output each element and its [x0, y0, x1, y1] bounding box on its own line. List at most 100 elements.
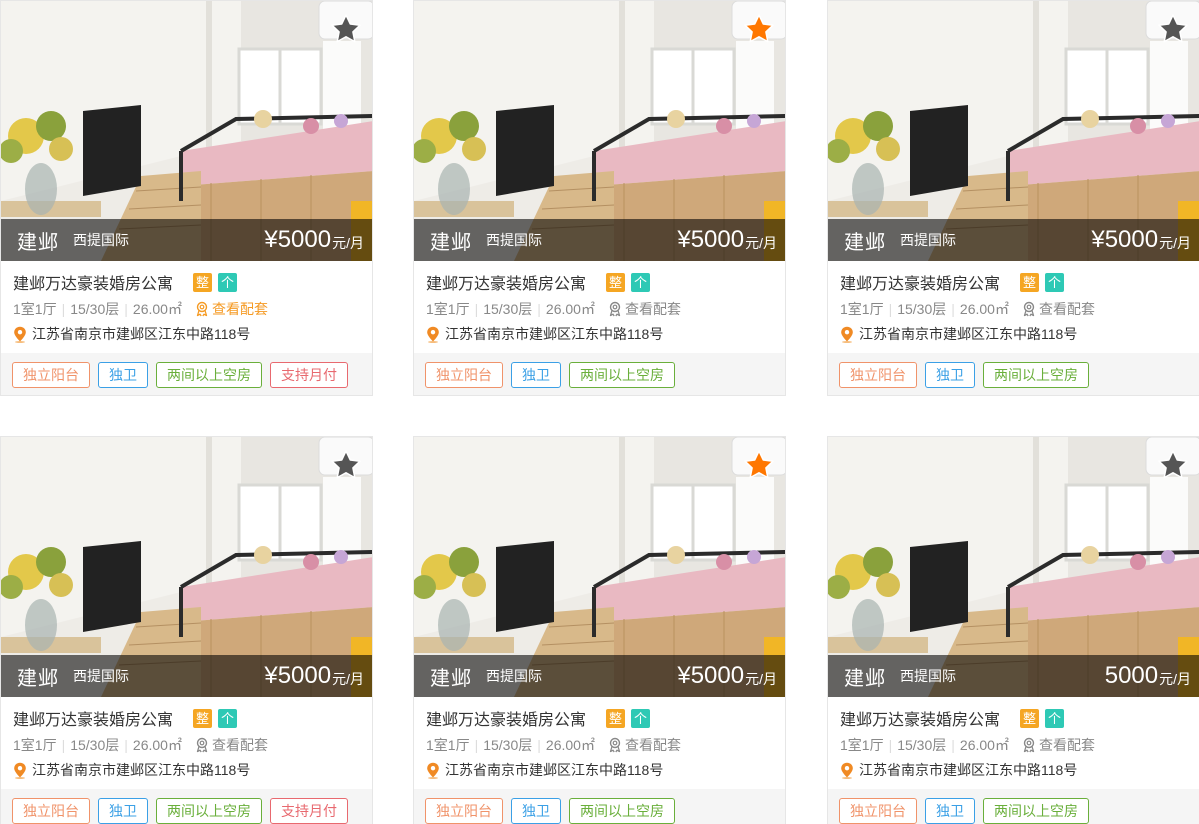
monthly-pay-tag: 支持月付	[270, 362, 348, 388]
balcony-tag: 独立阳台	[12, 798, 90, 824]
address-row: 江苏省南京市建邺区江东中路118号	[840, 758, 1187, 782]
favorite-star-icon[interactable]	[330, 13, 362, 45]
area-info: 26.00㎡	[959, 737, 1009, 753]
private-bath-tag: 独卫	[511, 362, 561, 388]
individual-badge: 个	[218, 708, 238, 728]
price-unit: 元/月	[745, 235, 777, 251]
vacancy-tag: 两间以上空房	[569, 362, 675, 388]
address-text: 江苏省南京市建邺区江东中路118号	[859, 326, 1078, 342]
balcony-tag: 独立阳台	[839, 362, 917, 388]
area-info: 26.00㎡	[132, 737, 182, 753]
listing-photo[interactable]: 建邺 西提国际 ¥5000 元/月	[1, 437, 372, 697]
photo-caption-bar: 建邺 西提国际 ¥5000 元/月	[1, 655, 372, 697]
district-label: 建邺	[430, 231, 472, 254]
room-layout: 1室1厅	[13, 737, 57, 753]
location-pin-icon	[14, 326, 26, 343]
divider: |	[951, 737, 955, 753]
feature-tags: 独立阳台 独卫 两间以上空房	[828, 789, 1199, 824]
community-label: 西提国际	[900, 232, 956, 248]
floor-info: 15/30层	[483, 301, 533, 317]
location-pin-icon	[427, 762, 439, 779]
view-facilities-link[interactable]: 查看配套	[194, 299, 268, 319]
location-pin-icon	[841, 326, 853, 343]
price-unit: 元/月	[1159, 235, 1191, 251]
listing-title[interactable]: 建邺万达豪装婚房公寓	[13, 270, 173, 294]
vacancy-tag: 两间以上空房	[983, 798, 1089, 824]
listing-card[interactable]: 建邺 西提国际 ¥5000 元/月 建邺万达豪装婚房公寓 整 个 1室1厅 | …	[0, 0, 373, 396]
private-bath-tag: 独卫	[98, 798, 148, 824]
favorite-star-icon[interactable]	[330, 449, 362, 481]
view-facilities-link[interactable]: 查看配套	[194, 735, 268, 755]
divider: |	[537, 301, 541, 317]
price-unit: 元/月	[745, 671, 777, 687]
vacancy-tag: 两间以上空房	[156, 798, 262, 824]
divider: |	[888, 301, 893, 317]
listing-info: 建邺万达豪装婚房公寓 整 个 1室1厅 | 15/30层 | 26.00㎡ 查看…	[1, 261, 372, 353]
medal-icon	[196, 737, 208, 753]
listing-title[interactable]: 建邺万达豪装婚房公寓	[426, 270, 586, 294]
floor-info: 15/30层	[70, 737, 120, 753]
district-label: 建邺	[430, 667, 472, 690]
price-value: ¥5000	[677, 226, 745, 253]
community-label: 西提国际	[900, 668, 956, 684]
floor-info: 15/30层	[483, 737, 533, 753]
balcony-tag: 独立阳台	[425, 362, 503, 388]
view-facilities-label: 查看配套	[624, 737, 681, 753]
listing-info: 建邺万达豪装婚房公寓 整 个 1室1厅 | 15/30层 | 26.00㎡ 查看…	[1, 697, 372, 789]
individual-badge: 个	[1045, 272, 1065, 292]
listing-title[interactable]: 建邺万达豪装婚房公寓	[13, 706, 173, 730]
location-pin-icon	[14, 762, 26, 779]
listing-info: 建邺万达豪装婚房公寓 整 个 1室1厅 | 15/30层 | 26.00㎡ 查看…	[414, 697, 785, 789]
medal-icon	[196, 301, 208, 317]
listing-card[interactable]: 建邺 西提国际 5000 元/月 建邺万达豪装婚房公寓 整 个 1室1厅 | 1…	[827, 436, 1199, 824]
favorite-star-icon[interactable]	[1157, 13, 1189, 45]
address-text: 江苏省南京市建邺区江东中路118号	[859, 762, 1078, 778]
view-facilities-link[interactable]: 查看配套	[607, 299, 681, 319]
balcony-tag: 独立阳台	[425, 798, 503, 824]
listing-card[interactable]: 建邺 西提国际 ¥5000 元/月 建邺万达豪装婚房公寓 整 个 1室1厅 | …	[413, 436, 786, 824]
listing-info: 建邺万达豪装婚房公寓 整 个 1室1厅 | 15/30层 | 26.00㎡ 查看…	[828, 697, 1199, 789]
district-label: 建邺	[844, 231, 886, 254]
location-pin-icon	[427, 326, 439, 343]
listing-title[interactable]: 建邺万达豪装婚房公寓	[840, 706, 1000, 730]
room-layout: 1室1厅	[840, 737, 884, 753]
view-facilities-link[interactable]: 查看配套	[1021, 735, 1095, 755]
listing-photo[interactable]: 建邺 西提国际 ¥5000 元/月	[414, 1, 785, 261]
feature-tags: 独立阳台 独卫 两间以上空房	[828, 353, 1199, 395]
price-value: ¥5000	[264, 662, 332, 689]
photo-caption-bar: 建邺 西提国际 ¥5000 元/月	[414, 655, 785, 697]
view-facilities-link[interactable]: 查看配套	[607, 735, 681, 755]
favorite-star-icon[interactable]	[1157, 449, 1189, 481]
photo-caption-bar: 建邺 西提国际 ¥5000 元/月	[1, 219, 372, 261]
listing-card[interactable]: 建邺 西提国际 ¥5000 元/月 建邺万达豪装婚房公寓 整 个 1室1厅 | …	[827, 0, 1199, 396]
area-info: 26.00㎡	[132, 301, 182, 317]
listing-card[interactable]: 建邺 西提国际 ¥5000 元/月 建邺万达豪装婚房公寓 整 个 1室1厅 | …	[413, 0, 786, 396]
medal-icon	[1023, 301, 1035, 317]
listing-card[interactable]: 建邺 西提国际 ¥5000 元/月 建邺万达豪装婚房公寓 整 个 1室1厅 | …	[0, 436, 373, 824]
address-row: 江苏省南京市建邺区江东中路118号	[426, 758, 773, 782]
listing-photo[interactable]: 建邺 西提国际 ¥5000 元/月	[1, 1, 372, 261]
listing-meta: 1室1厅 | 15/30层 | 26.00㎡ 查看配套	[13, 297, 360, 321]
listing-photo[interactable]: 建邺 西提国际 ¥5000 元/月	[828, 1, 1199, 261]
view-facilities-label: 查看配套	[1038, 737, 1095, 753]
room-layout: 1室1厅	[13, 301, 57, 317]
area-info: 26.00㎡	[959, 301, 1009, 317]
divider: |	[537, 737, 541, 753]
address-text: 江苏省南京市建邺区江东中路118号	[32, 326, 251, 342]
divider: |	[124, 301, 128, 317]
listing-photo[interactable]: 建邺 西提国际 5000 元/月	[828, 437, 1199, 697]
listing-title[interactable]: 建邺万达豪装婚房公寓	[840, 270, 1000, 294]
listing-photo[interactable]: 建邺 西提国际 ¥5000 元/月	[414, 437, 785, 697]
view-facilities-link[interactable]: 查看配套	[1021, 299, 1095, 319]
address-row: 江苏省南京市建邺区江东中路118号	[840, 322, 1187, 346]
district-label: 建邺	[17, 231, 59, 254]
favorite-star-icon[interactable]	[743, 13, 775, 45]
divider: |	[61, 737, 66, 753]
whole-rent-badge: 整	[1020, 272, 1040, 292]
view-facilities-label: 查看配套	[1038, 301, 1095, 317]
private-bath-tag: 独卫	[925, 798, 975, 824]
favorite-star-icon[interactable]	[743, 449, 775, 481]
floor-info: 15/30层	[70, 301, 120, 317]
listing-title[interactable]: 建邺万达豪装婚房公寓	[426, 706, 586, 730]
floor-info: 15/30层	[897, 737, 947, 753]
